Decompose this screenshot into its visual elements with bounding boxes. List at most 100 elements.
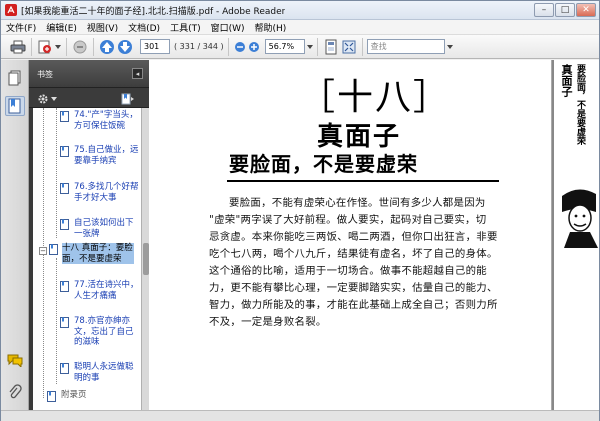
bookmark-label: 十八 真面子：要脸面，不是要虚荣: [62, 243, 134, 264]
zoom-dropdown-icon[interactable]: [306, 44, 313, 49]
page-icon: [60, 317, 69, 328]
full-screen-button[interactable]: [341, 38, 357, 56]
bookmark-item[interactable]: 78.亦官亦绅亦文，忘出了自己的滋味: [60, 316, 141, 348]
bookmarks-title: 书签: [37, 70, 53, 79]
bookmarks-toolbar: [29, 88, 149, 108]
chevron-down-icon: [51, 96, 57, 101]
body-line: 不及，一定是身败名裂。: [209, 316, 327, 328]
page-number-input[interactable]: 301: [140, 39, 170, 54]
find-dropdown-icon[interactable]: [446, 44, 453, 49]
page-icon: [60, 146, 69, 157]
menu-window[interactable]: 窗口(W): [206, 21, 250, 34]
zoom-in-icon: [248, 41, 259, 52]
adobe-reader-icon: [5, 4, 17, 16]
minimize-button[interactable]: –: [534, 3, 554, 17]
navigation-strip: [1, 60, 29, 410]
bookmark-item[interactable]: 聪明人永远做聪明的事: [60, 362, 141, 383]
menu-edit[interactable]: 编辑(E): [41, 21, 82, 34]
page-icon: [60, 281, 69, 292]
toolbar: 301 ( 331 / 344 ) 56.7% 查找: [1, 35, 599, 59]
bookmark-item[interactable]: 76.多找几个好帮手才好大事: [60, 182, 141, 203]
bookmark-item[interactable]: 74."产"字当头，方可保住饭碗: [60, 110, 141, 131]
bookmark-item[interactable]: 自己该如何出下一张牌: [60, 218, 141, 239]
chevron-down-icon: [55, 44, 61, 49]
app-window: [如果我能重活二十年的面子经].北北.扫描版.pdf - Adobe Reade…: [0, 0, 600, 421]
page-count: ( 331 / 344 ): [174, 42, 224, 51]
previous-page-button[interactable]: [99, 38, 115, 56]
bookmark-options-button[interactable]: [37, 92, 57, 105]
review-button[interactable]: [72, 38, 88, 56]
fit-page-button[interactable]: [323, 38, 339, 56]
page-icon: [49, 244, 58, 255]
status-bar: [1, 410, 599, 421]
zoom-out-icon: [234, 41, 245, 52]
bookmark-label: 聪明人永远做聪明的事: [74, 362, 134, 383]
close-button[interactable]: ✕: [576, 3, 596, 17]
bookmark-item[interactable]: 75.自己做业，远要靠手纳宾: [60, 145, 141, 166]
bookmarks-header: 书签 ◂: [29, 60, 149, 88]
bookmark-item[interactable]: 附录页: [47, 390, 141, 402]
chapter-subtitle: 要脸面，不是要虚荣: [229, 152, 418, 176]
zoom-out-button[interactable]: [234, 38, 246, 56]
chapter-number: ［十八］: [299, 77, 452, 118]
collapse-toggle[interactable]: −: [39, 247, 47, 255]
print-button[interactable]: [10, 38, 26, 56]
bookmark-item-selected[interactable]: 十八 真面子：要脸面，不是要虚荣: [49, 243, 141, 264]
paperclip-icon: [9, 384, 22, 399]
arrow-up-icon: [100, 39, 114, 54]
adjacent-page-preview: 真面子 要脸面，不是要虚荣: [551, 60, 599, 410]
bookmark-label: 74."产"字当头，方可保住饭碗: [74, 110, 138, 131]
menu-view[interactable]: 视图(V): [82, 21, 123, 34]
create-pdf-button[interactable]: [37, 38, 61, 56]
body-line: "虚荣"两字误了大好前程。做人要实，起码对自己要实，切: [209, 214, 487, 226]
comments-panel-button[interactable]: [5, 350, 25, 370]
body-line: 吃个七八两，喝个八九斤，结果徒有虚名，坏了自己的身体。: [209, 248, 498, 260]
bookmarks-scrollbar[interactable]: [141, 108, 149, 410]
menu-document[interactable]: 文档(D): [123, 21, 165, 34]
bookmark-label: 自己该如何出下一张牌: [74, 218, 134, 239]
body-line: 忌贪虚。本来你能吃三两饭、喝二两酒，但你口出狂言，非要: [209, 231, 498, 243]
comment-icon: [7, 354, 23, 367]
find-input[interactable]: 查找: [366, 39, 445, 54]
page-divider: [552, 60, 554, 410]
window-title: [如果我能重活二十年的面子经].北北.扫描版.pdf - Adobe Reade…: [21, 6, 286, 17]
title-bar: [如果我能重活二十年的面子经].北北.扫描版.pdf - Adobe Reade…: [1, 1, 599, 20]
arrow-down-icon: [118, 39, 132, 54]
body-line: 这个通俗的比喻，适用于一切场合。做事不能超越自己的能: [209, 265, 487, 277]
create-pdf-icon: [38, 40, 51, 53]
pages-panel-button[interactable]: [5, 68, 25, 88]
document-body: 要脸面，不能有虚荣心在作怪。世间有多少人都是因为 "虚荣"两字误了大好前程。做人…: [209, 195, 539, 331]
next-page-button[interactable]: [117, 38, 133, 56]
portrait-illustration: [562, 189, 598, 248]
subtitle-rule: [227, 180, 499, 182]
pages-icon: [8, 70, 21, 86]
zoom-level-input[interactable]: 56.7%: [264, 39, 305, 54]
bookmarks-panel: 书签 ◂ 74."产"字当头，方可保住饭碗 75.自己做业，远要靠手纳宾 76.…: [29, 60, 149, 410]
maximize-button[interactable]: □: [555, 3, 575, 17]
bookmark-label: 77.活在诗兴中，人生才痛痛: [74, 280, 139, 301]
body-line: 力，更不能有攀比心理，一定要脚踏实实，估量自己的能力、: [209, 282, 498, 294]
page-icon: [60, 183, 69, 194]
attachments-panel-button[interactable]: [5, 382, 25, 402]
gear-icon: [38, 94, 48, 103]
vertical-title: 真面子: [560, 64, 573, 97]
bookmark-item[interactable]: 77.活在诗兴中，人生才痛痛: [60, 280, 141, 301]
printer-icon: [10, 40, 26, 53]
expand-bookmark-button[interactable]: [121, 92, 135, 105]
zoom-in-button[interactable]: [248, 38, 260, 56]
body-line: 要脸面，不能有虚荣心在作怪。世间有多少人都是因为: [229, 197, 486, 209]
menu-tools[interactable]: 工具(T): [165, 21, 206, 34]
expand-bookmark-icon: [121, 93, 134, 104]
menu-file[interactable]: 文件(F): [1, 21, 41, 34]
bookmark-icon: [8, 98, 21, 114]
full-screen-icon: [342, 40, 356, 53]
bookmark-label: 75.自己做业，远要靠手纳宾: [74, 145, 139, 166]
bookmarks-panel-button[interactable]: [5, 96, 25, 116]
menu-help[interactable]: 帮助(H): [250, 21, 292, 34]
bookmark-label: 76.多找几个好帮手才好大事: [74, 182, 139, 203]
page-icon: [47, 391, 56, 402]
vertical-subtitle: 要脸面，不是要虚荣: [575, 64, 585, 145]
collapse-panel-button[interactable]: ◂: [132, 68, 143, 79]
page-icon: [60, 111, 69, 122]
review-icon: [73, 40, 87, 53]
